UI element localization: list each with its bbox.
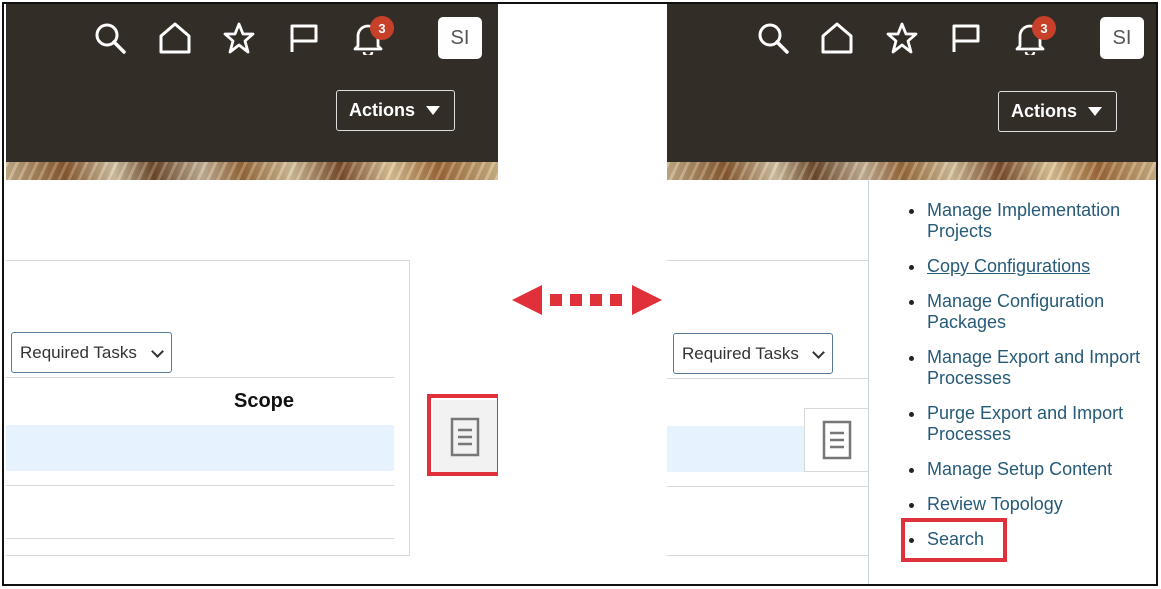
table-divider — [667, 378, 868, 379]
caret-down-icon — [1088, 107, 1102, 116]
task-manage-setup-content[interactable]: Manage Setup Content — [869, 459, 1156, 480]
tasks-view-dropdown[interactable]: Required Tasks — [673, 333, 833, 374]
table-divider — [6, 377, 394, 378]
global-header: 3 SI Actions — [667, 4, 1156, 162]
table-divider — [6, 538, 394, 539]
search-icon[interactable] — [92, 20, 128, 56]
notifications-button[interactable]: 3 — [350, 16, 394, 56]
star-icon[interactable] — [221, 20, 257, 56]
user-avatar[interactable]: SI — [438, 17, 482, 59]
search-icon[interactable] — [755, 20, 791, 56]
chevron-down-icon — [812, 346, 825, 359]
screenshot-frame: 3 SI Actions Required Tasks Scope 3 SI A… — [2, 2, 1158, 586]
tasks-panel-button[interactable] — [804, 408, 868, 472]
table-divider — [667, 260, 868, 261]
user-avatar[interactable]: SI — [1100, 17, 1144, 59]
actions-button[interactable]: Actions — [998, 91, 1117, 132]
dropdown-value: Required Tasks — [682, 343, 799, 363]
header-banner — [667, 162, 1156, 180]
chevron-down-icon — [151, 345, 164, 358]
highlight-search-task — [901, 518, 1007, 562]
caret-down-icon — [426, 106, 440, 115]
tasks-region — [6, 260, 410, 556]
tasks-icon — [822, 420, 851, 460]
home-icon[interactable] — [819, 20, 855, 56]
home-icon[interactable] — [157, 20, 193, 56]
actions-button[interactable]: Actions — [336, 90, 455, 131]
notifications-button[interactable]: 3 — [1012, 16, 1056, 56]
task-review-topology[interactable]: Review Topology — [869, 494, 1156, 515]
table-row-selected[interactable] — [6, 425, 394, 471]
task-list: Manage Implementation Projects Copy Conf… — [869, 200, 1156, 564]
actions-label: Actions — [1011, 101, 1078, 121]
task-purge-export-import-processes[interactable]: Purge Export and Import Processes — [869, 403, 1156, 445]
scope-column-header: Scope — [234, 390, 295, 412]
task-manage-configuration-packages[interactable]: Manage Configuration Packages — [869, 291, 1156, 333]
global-header: 3 SI Actions — [6, 4, 498, 162]
table-divider — [667, 555, 868, 556]
actions-label: Actions — [349, 100, 416, 120]
dropdown-value: Required Tasks — [20, 342, 137, 362]
star-icon[interactable] — [884, 20, 920, 56]
left-panel: 3 SI Actions Required Tasks Scope — [6, 4, 498, 584]
notification-badge: 3 — [370, 16, 394, 40]
task-manage-implementation-projects[interactable]: Manage Implementation Projects — [869, 200, 1156, 242]
task-manage-export-import-processes[interactable]: Manage Export and Import Processes — [869, 347, 1156, 389]
tasks-view-dropdown[interactable]: Required Tasks — [11, 332, 172, 373]
task-copy-configurations[interactable]: Copy Configurations — [869, 256, 1156, 277]
header-banner — [6, 162, 498, 180]
flag-icon[interactable] — [948, 20, 984, 56]
table-divider — [667, 486, 868, 487]
notification-badge: 3 — [1032, 16, 1056, 40]
right-panel: 3 SI Actions Required Tasks Manage Imple… — [667, 4, 1156, 584]
table-divider — [6, 485, 394, 486]
double-arrow-icon — [512, 285, 662, 315]
flag-icon[interactable] — [286, 20, 322, 56]
highlight-tasks-button — [427, 394, 498, 476]
